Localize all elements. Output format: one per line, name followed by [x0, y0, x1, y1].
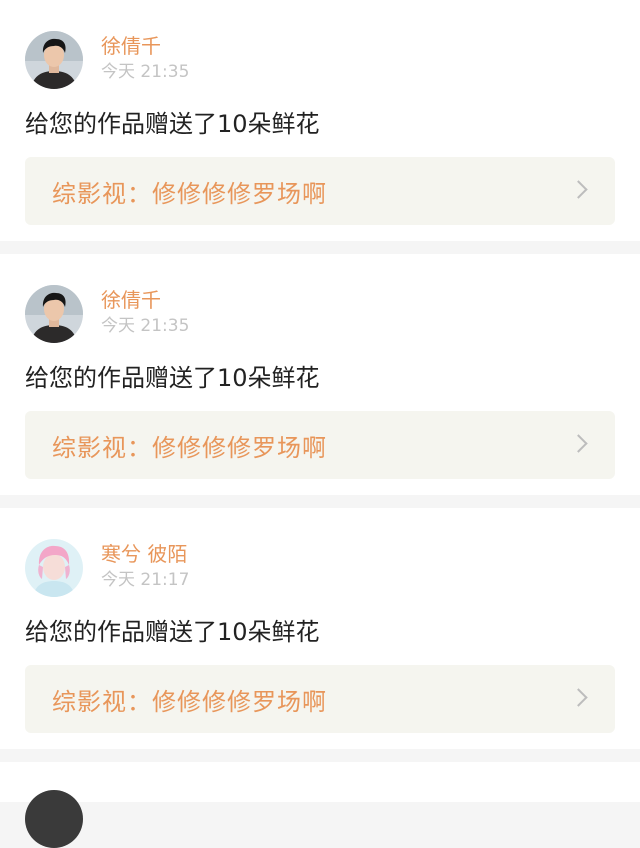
username[interactable]: 徐倩千 [101, 287, 161, 313]
notification-feed: 徐倩千 今天 21:35 给您的作品赠送了10朵鲜花 综影视：修修修修罗场啊 徐… [0, 0, 640, 848]
work-title: 综影视：修修修修罗场啊 [52, 433, 327, 462]
notification-card: 徐倩千 今天 21:35 给您的作品赠送了10朵鲜花 综影视：修修修修罗场啊 [0, 0, 640, 241]
timestamp: 今天 21:17 [101, 570, 190, 590]
avatar[interactable] [25, 790, 83, 848]
portrait-male-avatar-icon [25, 31, 83, 89]
portrait-pastel-avatar-icon [25, 539, 83, 597]
notification-card: 寒兮 彼陌 今天 21:17 给您的作品赠送了10朵鲜花 综影视：修修修修罗场啊 [0, 508, 640, 749]
notification-message: 给您的作品赠送了10朵鲜花 [25, 618, 320, 646]
work-link[interactable]: 综影视：修修修修罗场啊 [25, 157, 615, 225]
timestamp: 今天 21:35 [101, 316, 190, 336]
username[interactable]: 寒兮 彼陌 [101, 541, 187, 567]
chevron-right-icon [569, 434, 588, 453]
username[interactable]: 徐倩千 [101, 33, 161, 59]
portrait-male-avatar-icon [25, 285, 83, 343]
avatar[interactable] [25, 285, 83, 343]
work-link[interactable]: 综影视：修修修修罗场啊 [25, 411, 615, 479]
avatar[interactable] [25, 31, 83, 89]
chevron-right-icon [569, 688, 588, 707]
notification-card-partial [0, 762, 640, 848]
notification-card: 徐倩千 今天 21:35 给您的作品赠送了10朵鲜花 综影视：修修修修罗场啊 [0, 254, 640, 495]
work-title: 综影视：修修修修罗场啊 [52, 179, 327, 208]
portrait-avatar-icon [25, 790, 83, 848]
timestamp: 今天 21:35 [101, 62, 190, 82]
notification-message: 给您的作品赠送了10朵鲜花 [25, 364, 320, 392]
work-link[interactable]: 综影视：修修修修罗场啊 [25, 665, 615, 733]
avatar[interactable] [25, 539, 83, 597]
chevron-right-icon [569, 180, 588, 199]
notification-message: 给您的作品赠送了10朵鲜花 [25, 110, 320, 138]
work-title: 综影视：修修修修罗场啊 [52, 687, 327, 716]
